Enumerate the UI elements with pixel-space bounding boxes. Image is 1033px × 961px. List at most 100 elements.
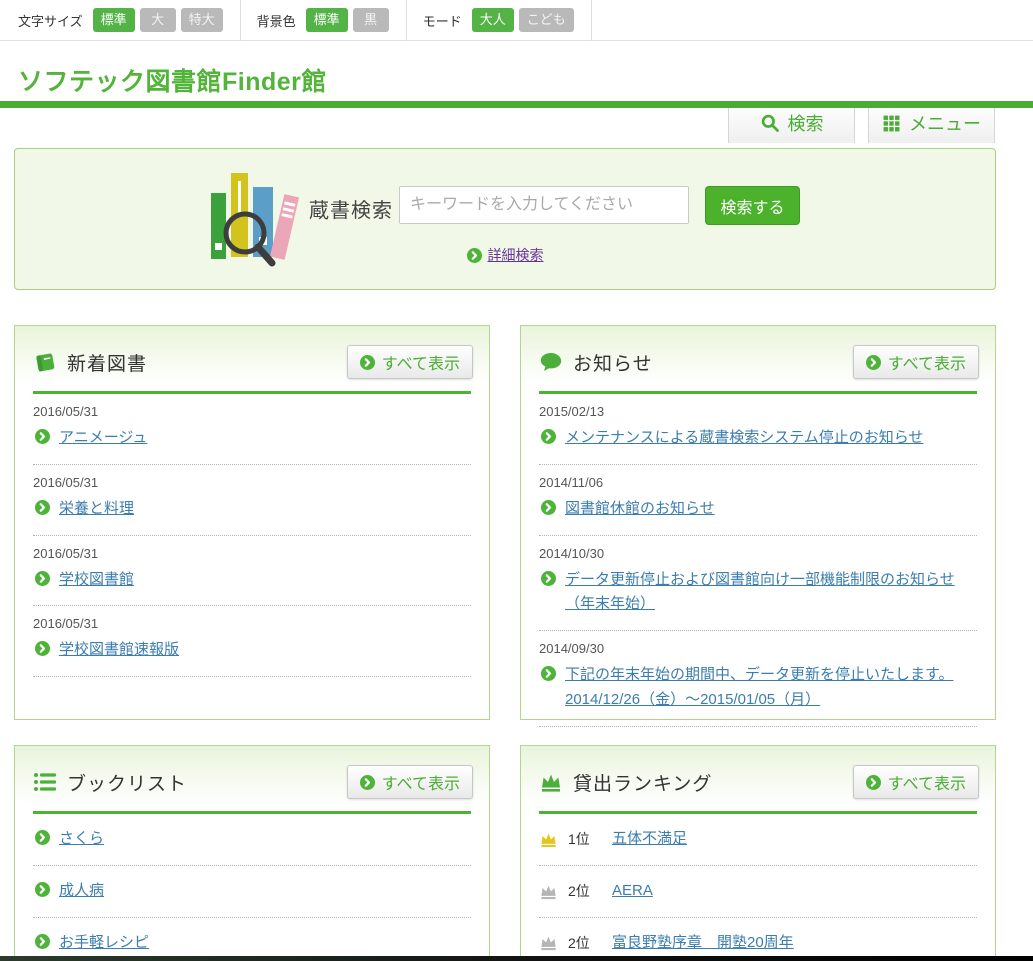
list-item: 2016/05/31 学校図書館 — [33, 536, 471, 607]
list-item: 2015/02/13 メンテナンスによる蔵書検索システム停止のお知らせ — [539, 394, 977, 465]
list-item: さくら — [33, 814, 471, 866]
item-link[interactable]: アニメージュ — [59, 426, 147, 451]
mode-adult-button[interactable]: 大人 — [472, 8, 514, 32]
item-date: 2016/05/31 — [33, 546, 471, 561]
rank-label: 2位 — [568, 881, 602, 901]
item-link[interactable]: メンテナンスによる蔵書検索システム停止のお知らせ — [565, 426, 924, 451]
panel-title: ブックリスト — [67, 769, 347, 796]
item-link[interactable]: 成人病 — [59, 879, 104, 904]
item-date: 2015/02/13 — [539, 404, 977, 419]
item-link[interactable]: 下記の年末年始の期間中、データ更新を停止いたします。2014/12/26（金）～… — [565, 663, 977, 713]
arrow-circle-icon — [467, 248, 482, 263]
bg-color-normal-button[interactable]: 標準 — [306, 8, 348, 32]
booklist-panel: ブックリスト すべて表示 さくら 成人病 お手軽レシピ — [14, 745, 490, 961]
site-header: ソフテック図書館Finder館 検索 メニュー — [0, 42, 1033, 108]
arrow-circle-icon — [866, 775, 881, 790]
item-date: 2016/05/31 — [33, 475, 471, 490]
item-date: 2014/10/30 — [539, 546, 977, 561]
font-size-large-button[interactable]: 大 — [140, 8, 176, 32]
arrow-circle-icon — [541, 429, 556, 444]
list-item: 成人病 — [33, 866, 471, 918]
grid-menu-icon — [882, 114, 901, 133]
item-link[interactable]: お手軽レシピ — [59, 931, 149, 956]
font-size-xlarge-button[interactable]: 特大 — [181, 8, 223, 32]
arrow-circle-icon — [866, 355, 881, 370]
panel-title: お知らせ — [573, 349, 853, 376]
arrow-circle-icon — [35, 641, 50, 656]
rank-label: 1位 — [568, 829, 602, 849]
item-link[interactable]: データ更新停止および図書館向け一部機能制限のお知らせ（年末年始） — [565, 568, 977, 618]
catalog-search-label: 蔵書検索 — [309, 194, 393, 223]
booklist-show-all-button[interactable]: すべて表示 — [347, 765, 473, 799]
header-accent-bar — [0, 101, 1033, 108]
ranking-show-all-button[interactable]: すべて表示 — [853, 765, 979, 799]
catalog-search-input[interactable] — [399, 186, 689, 224]
new-books-show-all-button[interactable]: すべて表示 — [347, 345, 473, 379]
arrow-circle-icon — [35, 882, 50, 897]
panel-title: 新着図書 — [67, 349, 347, 376]
item-link[interactable]: 栄養と料理 — [59, 497, 134, 522]
list-item: 2014/09/30 下記の年末年始の期間中、データ更新を停止いたします。201… — [539, 631, 977, 727]
page: 文字サイズ 標準 大 特大 背景色 標準 黒 モード 大人 こども ソフテック図… — [0, 0, 1033, 961]
arrow-circle-icon — [35, 571, 50, 586]
crown-gold-icon — [539, 830, 558, 849]
item-link[interactable]: さくら — [59, 827, 104, 852]
item-date: 2014/09/30 — [539, 641, 977, 656]
ranking-row: 2位 AERA — [539, 866, 977, 918]
ranking-row: 1位 五体不満足 — [539, 814, 977, 866]
item-link[interactable]: 富良野塾序章 開塾20周年 — [612, 931, 794, 956]
toolbar-divider — [240, 0, 241, 41]
arrow-circle-icon — [541, 500, 556, 515]
item-link[interactable]: 学校図書館速報版 — [59, 638, 179, 663]
speech-bubble-icon — [539, 350, 563, 374]
list-item: 2014/10/30 データ更新停止および図書館向け一部機能制限のお知らせ（年末… — [539, 536, 977, 632]
arrow-circle-icon — [360, 775, 375, 790]
list-item: 2014/11/06 図書館休館のお知らせ — [539, 465, 977, 536]
item-date: 2016/05/31 — [33, 616, 471, 631]
list-item: 2016/05/31 学校図書館速報版 — [33, 606, 471, 677]
mode-kids-button[interactable]: こども — [519, 8, 574, 32]
arrow-circle-icon — [541, 571, 556, 586]
screen-bottom-edge — [0, 956, 1033, 961]
mode-label: モード — [423, 11, 462, 30]
site-title: ソフテック図書館Finder館 — [18, 62, 327, 98]
font-size-normal-button[interactable]: 標準 — [93, 8, 135, 32]
arrow-circle-icon — [35, 830, 50, 845]
item-link[interactable]: AERA — [612, 879, 653, 904]
arrow-circle-icon — [35, 500, 50, 515]
accessibility-toolbar: 文字サイズ 標準 大 特大 背景色 標準 黒 モード 大人 こども — [0, 0, 1033, 41]
arrow-circle-icon — [35, 429, 50, 444]
list-icon — [33, 770, 57, 794]
item-link[interactable]: 五体不満足 — [612, 827, 687, 852]
catalog-search-submit-button[interactable]: 検索する — [705, 186, 800, 225]
panel-title: 貸出ランキング — [573, 769, 853, 796]
ranking-panel: 貸出ランキング すべて表示 1位 五体不満足 — [520, 745, 996, 961]
item-link[interactable]: 図書館休館のお知らせ — [565, 497, 715, 522]
item-date: 2014/11/06 — [539, 475, 977, 490]
item-date: 2016/05/31 — [33, 404, 471, 419]
list-item: お手軽レシピ — [33, 918, 471, 961]
crown-silver-icon — [539, 933, 558, 952]
header-menu-tab[interactable]: メニュー — [868, 102, 995, 143]
arrow-circle-icon — [360, 355, 375, 370]
new-books-panel: 新着図書 すべて表示 2016/05/31 アニメージュ 2016/05/31 … — [14, 325, 490, 720]
crown-silver-icon — [539, 882, 558, 901]
catalog-search-section: 蔵書検索 検索する 詳細検索 — [14, 148, 996, 290]
search-icon — [760, 113, 780, 133]
news-panel: お知らせ すべて表示 2015/02/13 メンテナンスによる蔵書検索システム停… — [520, 325, 996, 720]
header-search-tab[interactable]: 検索 — [728, 102, 855, 143]
ranking-row: 2位 富良野塾序章 開塾20周年 — [539, 918, 977, 961]
item-link[interactable]: 学校図書館 — [59, 568, 134, 593]
news-show-all-button[interactable]: すべて表示 — [853, 345, 979, 379]
toolbar-divider — [591, 0, 592, 41]
toolbar-divider — [406, 0, 407, 41]
font-size-label: 文字サイズ — [18, 11, 83, 30]
crown-icon — [539, 770, 563, 794]
list-item: 2016/05/31 栄養と料理 — [33, 465, 471, 536]
bg-color-label: 背景色 — [257, 11, 296, 30]
book-icon — [33, 350, 57, 374]
bg-color-black-button[interactable]: 黒 — [353, 8, 389, 32]
advanced-search-link[interactable]: 詳細検索 — [488, 245, 544, 265]
list-item: 2016/05/31 アニメージュ — [33, 394, 471, 465]
arrow-circle-icon — [541, 666, 556, 681]
